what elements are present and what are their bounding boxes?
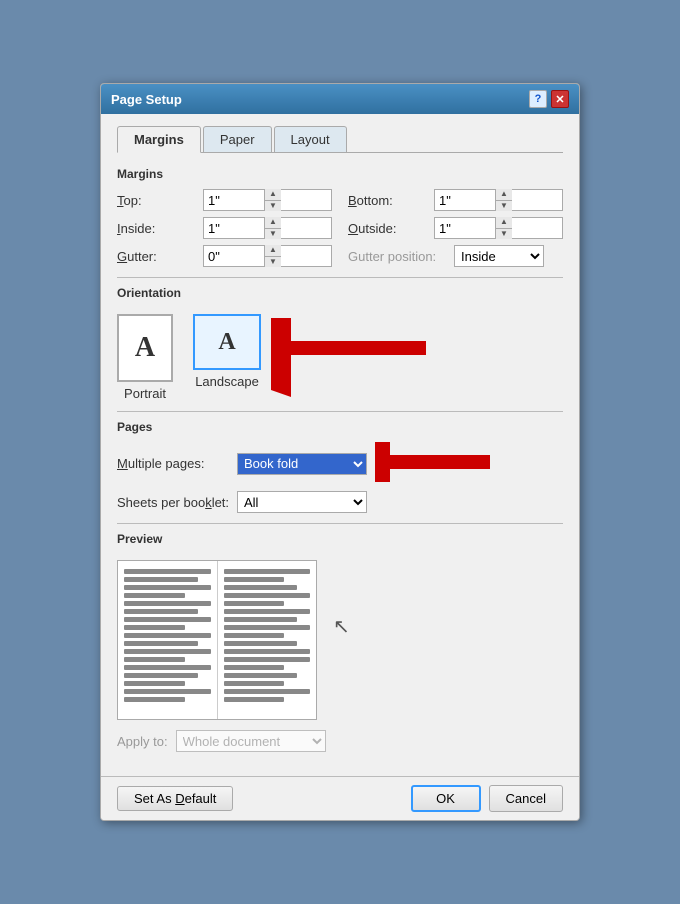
apply-row: Apply to: Whole document This point forw… (117, 730, 563, 752)
gutter-pos-field-row: Gutter position: Inside Left Top (348, 245, 563, 267)
orientation-arrow-svg (271, 318, 431, 398)
tab-bar: Margins Paper Layout (117, 126, 563, 153)
top-field-row: Top: ▲ ▼ (117, 189, 332, 211)
outside-spinner[interactable]: ▲ ▼ (434, 217, 563, 239)
outside-down-btn[interactable]: ▼ (496, 229, 512, 240)
tab-paper[interactable]: Paper (203, 126, 272, 152)
top-input[interactable] (204, 190, 264, 210)
orientation-arrow-area (271, 318, 431, 398)
top-down-btn[interactable]: ▼ (265, 201, 281, 212)
preview-section: Preview (117, 532, 563, 720)
orientation-section: Orientation A Portrait A (117, 286, 563, 401)
gutter-field-row: Gutter: ▲ ▼ (117, 245, 332, 267)
close-button[interactable]: ✕ (551, 90, 569, 108)
dialog-footer: Set As Default OK Cancel (101, 776, 579, 820)
bottom-down-btn[interactable]: ▼ (496, 201, 512, 212)
preview-box (117, 560, 317, 720)
outside-spinner-btns: ▲ ▼ (495, 217, 512, 239)
gutter-input[interactable] (204, 246, 264, 266)
apply-select[interactable]: Whole document This point forward This s… (176, 730, 326, 752)
ok-button[interactable]: OK (411, 785, 481, 812)
bottom-spinner[interactable]: ▲ ▼ (434, 189, 563, 211)
landscape-label: Landscape (195, 374, 259, 389)
gutter-pos-select[interactable]: Inside Left Top (454, 245, 544, 267)
inside-spinner-btns: ▲ ▼ (264, 217, 281, 239)
pages-section: Pages Multiple pages: Normal Mirror marg… (117, 420, 563, 513)
outside-label: Outside: (348, 221, 428, 236)
bottom-field-row: Bottom: ▲ ▼ (348, 189, 563, 211)
top-spinner-btns: ▲ ▼ (264, 189, 281, 211)
title-bar-controls: ? ✕ (529, 90, 569, 108)
inside-input[interactable] (204, 218, 264, 238)
help-button[interactable]: ? (529, 90, 547, 108)
landscape-icon: A (193, 314, 261, 370)
preview-left-page (118, 561, 218, 719)
gutter-label: Gutter: (117, 249, 197, 264)
bottom-label: Bottom: (348, 193, 428, 208)
page-setup-dialog: Page Setup ? ✕ Margins Paper Layout Marg… (100, 83, 580, 821)
set-default-button[interactable]: Set As Default (117, 786, 233, 811)
portrait-option[interactable]: A Portrait (117, 314, 173, 401)
bottom-up-btn[interactable]: ▲ (496, 189, 512, 201)
pages-section-label: Pages (117, 420, 563, 434)
margins-section-label: Margins (117, 167, 563, 181)
bottom-spinner-btns: ▲ ▼ (495, 189, 512, 211)
multiple-pages-select[interactable]: Normal Mirror margins 2 pages per sheet … (237, 453, 367, 475)
sheets-select[interactable]: All 1 2 4 8 16 (237, 491, 367, 513)
cursor-icon: ↖ (333, 614, 350, 639)
pages-arrow-svg (375, 442, 495, 482)
portrait-label: Portrait (124, 386, 166, 401)
sheets-label: Sheets per booklet: (117, 495, 237, 510)
tab-margins[interactable]: Margins (117, 126, 201, 153)
inside-field-row: Inside: ▲ ▼ (117, 217, 332, 239)
sheets-row: Sheets per booklet: All 1 2 4 8 16 (117, 491, 563, 513)
gutter-up-btn[interactable]: ▲ (265, 245, 281, 257)
outside-input[interactable] (435, 218, 495, 238)
margins-grid: Top: ▲ ▼ Bottom: ▲ ▼ (117, 189, 563, 267)
dialog-title: Page Setup (111, 92, 182, 107)
dialog-content: Margins Paper Layout Margins Top: ▲ ▼ Bo… (101, 114, 579, 776)
cancel-button[interactable]: Cancel (489, 785, 563, 812)
pages-form: Multiple pages: Normal Mirror margins 2 … (117, 442, 563, 513)
preview-section-label: Preview (117, 532, 563, 546)
tab-layout[interactable]: Layout (274, 126, 347, 152)
top-up-btn[interactable]: ▲ (265, 189, 281, 201)
inside-label: Inside: (117, 221, 197, 236)
gutter-pos-label: Gutter position: (348, 249, 448, 264)
inside-down-btn[interactable]: ▼ (265, 229, 281, 240)
multiple-pages-label: Multiple pages: (117, 456, 237, 471)
pages-arrow-area (375, 442, 495, 485)
gutter-down-btn[interactable]: ▼ (265, 257, 281, 268)
bottom-input[interactable] (435, 190, 495, 210)
apply-label: Apply to: (117, 734, 168, 749)
landscape-option[interactable]: A Landscape (193, 314, 261, 401)
outside-up-btn[interactable]: ▲ (496, 217, 512, 229)
gutter-spinner[interactable]: ▲ ▼ (203, 245, 332, 267)
gutter-spinner-btns: ▲ ▼ (264, 245, 281, 267)
title-bar: Page Setup ? ✕ (101, 84, 579, 114)
orientation-options: A Portrait A Landscape (117, 314, 261, 401)
portrait-icon: A (117, 314, 173, 382)
multiple-pages-row: Multiple pages: Normal Mirror margins 2 … (117, 442, 563, 485)
inside-spinner[interactable]: ▲ ▼ (203, 217, 332, 239)
top-label: Top: (117, 193, 197, 208)
orientation-section-label: Orientation (117, 286, 563, 300)
preview-right-page (218, 561, 317, 719)
inside-up-btn[interactable]: ▲ (265, 217, 281, 229)
top-spinner[interactable]: ▲ ▼ (203, 189, 332, 211)
outside-field-row: Outside: ▲ ▼ (348, 217, 563, 239)
